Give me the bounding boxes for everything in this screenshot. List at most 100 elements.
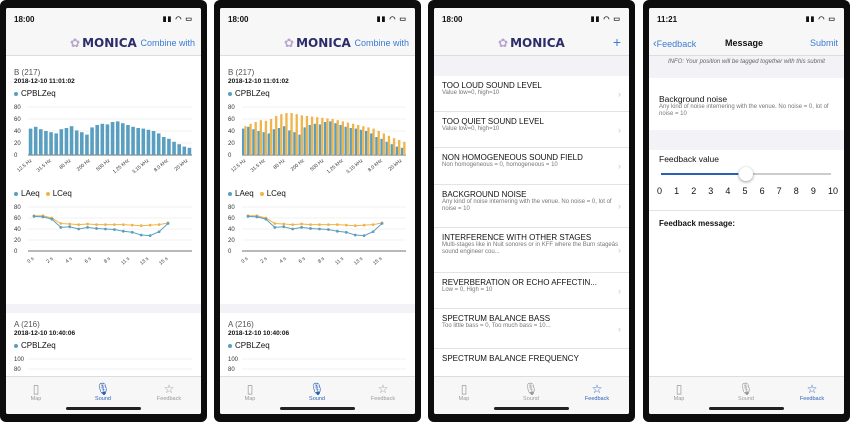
bar	[395, 146, 399, 155]
slider-track[interactable]	[661, 167, 831, 181]
bar	[252, 129, 255, 155]
data-point	[95, 227, 98, 230]
tab-bar: ▯ Map 🎙 Sound ☆ Feedback	[649, 376, 844, 414]
combine-with-button[interactable]: Combine with	[140, 38, 195, 48]
bar	[131, 126, 135, 155]
bar	[275, 116, 278, 155]
tab-feedback[interactable]: ☆ Feedback	[149, 382, 189, 402]
app-logo: ✿ MONICA	[284, 36, 351, 50]
data-point	[291, 223, 295, 226]
bar	[354, 128, 358, 155]
bar	[288, 130, 291, 155]
info-note: INFO: Your position will be tagged toget…	[649, 56, 844, 78]
x-tick-label: 20 kHz	[388, 158, 404, 173]
map-icon: ▯	[460, 382, 468, 396]
y-tick-label: 0	[14, 153, 18, 159]
data-point	[139, 233, 143, 237]
star-icon: ☆	[163, 382, 175, 396]
chevron-right-icon: ›	[618, 88, 621, 99]
x-tick-label: 0 s	[240, 256, 249, 265]
measurement-card-b[interactable]: B (217) 2018-12-10 11:01:02 CPBLZeq 0 20 4…	[6, 56, 201, 304]
bar	[110, 122, 115, 155]
chevron-right-icon: ›	[618, 323, 621, 334]
status-bar: 18:00 ▮▮ ◠ ▭	[434, 8, 629, 30]
x-tick-label: 12.5 Hz	[230, 158, 247, 174]
tab-sound[interactable]: 🎙 Sound	[511, 382, 551, 402]
y-tick-label: 20	[228, 141, 235, 147]
bar	[85, 134, 89, 155]
tab-sound[interactable]: 🎙 Sound	[297, 382, 337, 402]
monica-logo-icon: ✿	[498, 36, 509, 50]
feedback-item[interactable]: SPECTRUM BALANCE BASS Too little bass = 0…	[434, 309, 629, 349]
slider-thumb[interactable]	[739, 167, 753, 181]
tab-feedback[interactable]: ☆ Feedback	[792, 382, 832, 402]
bar	[33, 126, 38, 155]
data-point	[41, 215, 45, 219]
y-tick-label: 80	[228, 205, 235, 211]
bar	[362, 126, 365, 155]
bar	[182, 146, 187, 155]
feedback-item-title: INTERFERENCE WITH OTHER STAGES	[442, 233, 592, 242]
feedback-item[interactable]: TOO LOUD SOUND LEVEL Value low=0, high=10…	[434, 76, 629, 112]
measurement-card-a[interactable]: A (216) 2018-12-10 10:40:06 CPBLZeq 100 8…	[6, 313, 201, 383]
feedback-item[interactable]: INTERFERENCE WITH OTHER STAGES Multi-stag…	[434, 228, 629, 273]
bar	[254, 122, 257, 155]
bar	[74, 130, 79, 155]
signal-wifi-battery-icon: ▮▮ ◠ ▭	[590, 16, 621, 23]
add-button[interactable]: +	[613, 34, 621, 50]
feedback-item[interactable]: BACKGROUND NOISE Any kind of noise intern…	[434, 185, 629, 228]
tab-feedback[interactable]: ☆ Feedback	[363, 382, 403, 402]
data-point	[148, 223, 152, 227]
bar	[351, 123, 355, 155]
feedback-item[interactable]: SPECTRUM BALANCE FREQUENCY	[434, 349, 629, 379]
bar	[398, 140, 401, 155]
tab-map[interactable]: ▯ Map	[230, 382, 270, 402]
feedback-item[interactable]: TOO QUIET SOUND LEVEL Value low=0, high=1…	[434, 112, 629, 148]
bar	[121, 123, 125, 155]
bar	[64, 128, 69, 155]
y-tick-label: 80	[14, 367, 21, 373]
tab-map[interactable]: ▯ Map	[444, 382, 484, 402]
combine-with-button[interactable]: Combine with	[354, 38, 409, 48]
tab-feedback[interactable]: ☆ Feedback	[577, 382, 617, 402]
submit-button[interactable]: Submit	[810, 38, 838, 48]
feedback-item[interactable]: REVERBERATION OR ECHO AFFECTIN... Low = 0…	[434, 273, 629, 309]
bar	[310, 116, 314, 155]
data-point	[362, 223, 366, 227]
feedback-item-title: SPECTRUM BALANCE BASS	[442, 314, 551, 323]
measurement-card-a[interactable]: A (216) 2018-12-10 10:40:06 CPBLZeq 100 8…	[220, 313, 415, 383]
scale-label: 3	[708, 186, 714, 196]
feedback-value-label: Feedback value	[659, 154, 720, 164]
microphone-icon: 🎙	[309, 382, 325, 396]
legend-swatch	[228, 343, 232, 348]
feedback-item-subtitle: Value low=0, high=10	[442, 90, 500, 96]
data-point	[327, 228, 330, 231]
data-point	[86, 222, 89, 226]
tab-map[interactable]: ▯ Map	[16, 382, 56, 402]
bar	[80, 132, 84, 155]
x-tick-label: 500 Hz	[95, 158, 111, 173]
bar	[329, 121, 332, 155]
section-title: A (216)	[228, 320, 254, 329]
x-tick-label: 3.15 kHz	[345, 158, 364, 176]
y-tick-label: 100	[14, 357, 25, 363]
bar	[177, 144, 181, 155]
feedback-item[interactable]: NON HOMOGENEOUS SOUND FIELD Non homogeneo…	[434, 148, 629, 185]
y-tick-label: 0	[228, 249, 232, 255]
level-line-chart: 0 20 40 60 80 0 s 2 s 4 s 6 s 8 s 11 s 13 s 15 s	[228, 205, 406, 267]
feedback-item-subtitle: Any kind of noise internering with the v…	[442, 199, 612, 212]
bar	[105, 124, 110, 155]
status-time: 18:00	[14, 15, 35, 24]
tab-sound[interactable]: 🎙 Sound	[83, 382, 123, 402]
bar	[49, 132, 53, 155]
measurement-card-b[interactable]: B (217) 2018-12-10 11:01:02 CPBLZeq 0 20 4…	[220, 56, 415, 304]
x-tick-label: 6 s	[84, 256, 93, 265]
data-point	[130, 230, 134, 234]
tab-sound[interactable]: 🎙 Sound	[726, 382, 766, 402]
back-button[interactable]: ‹Feedback	[653, 38, 696, 50]
tab-map[interactable]: ▯ Map	[659, 382, 699, 402]
legend-label: CPBLZeq	[235, 89, 270, 98]
bar	[390, 144, 393, 155]
feedback-message-field[interactable]: Feedback message:	[649, 210, 844, 375]
phone-screen-feedback-list: 18:00 ▮▮ ◠ ▭ ✿ MONICA + TOO LOUD SOUND LE…	[428, 0, 635, 422]
